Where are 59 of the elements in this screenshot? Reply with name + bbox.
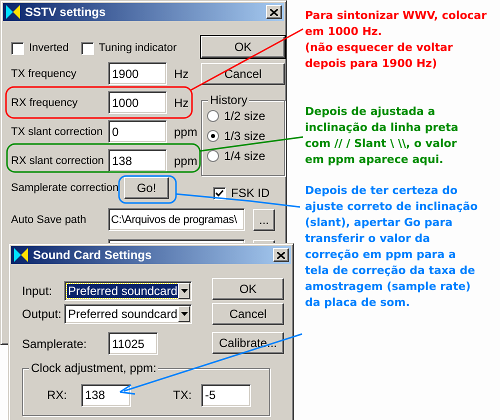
field-label: TX slant correction [11, 126, 104, 138]
window-title: SSTV settings [25, 5, 106, 19]
window-title: Sound Card Settings [33, 248, 152, 262]
annotation-text: Depois de ajustada a inclinação da linha preta com // / Slant \ \\, o valor em ppm aparece aqui. [305, 104, 458, 168]
dropdown-arrow-icon [180, 288, 188, 292]
field-label: RX slant correction [11, 154, 105, 166]
input-field[interactable]: 0 [108, 120, 167, 143]
butterfly-icon [5, 4, 21, 20]
dialog-button[interactable]: Calibrate... [212, 332, 284, 354]
browse-button[interactable]: ... [253, 208, 275, 230]
dropdown-arrow-icon [180, 312, 188, 316]
input-field[interactable]: 11025 [108, 332, 158, 355]
radio-label: 1/2 size [224, 109, 266, 123]
input-field[interactable]: 138 [108, 149, 167, 172]
field-label: Output: [22, 306, 62, 320]
dialog-button[interactable]: OK [201, 36, 285, 58]
field-label: Input: [22, 284, 54, 298]
dialog-button[interactable]: Cancel [212, 303, 284, 325]
group-label: History [208, 93, 250, 107]
callout-frame [118, 175, 177, 204]
field-label: TX: [173, 388, 193, 402]
field-label: Samplerate correction [11, 182, 120, 194]
butterfly-icon [13, 247, 29, 263]
annotation-text: Para sintonizar WWV, colocar em 1000 Hz. (não esquecer de voltar depois para 1900 Hz) [305, 8, 487, 72]
unit-label: Hz [174, 96, 189, 110]
radio-label: 1/4 size [224, 149, 266, 163]
input-field[interactable]: 138 [81, 384, 131, 406]
checkbox-label: FSK ID [231, 186, 270, 200]
field-label: RX: [47, 388, 68, 402]
checkbox[interactable] [11, 42, 24, 54]
radio-button[interactable] [207, 150, 219, 162]
input-field[interactable]: -5 [201, 384, 251, 406]
path-field[interactable]: C:\Arquivos de programas\ [108, 208, 245, 231]
dialog-button[interactable]: OK [212, 278, 284, 300]
checkbox[interactable] [80, 42, 94, 54]
unit-label: ppm [174, 154, 198, 168]
input-field[interactable]: 1000 [108, 91, 167, 114]
checkbox-label: Tuning indicator [98, 42, 177, 54]
dropdown[interactable]: Preferred soundcard [64, 304, 192, 324]
close-icon [270, 8, 278, 16]
input-field[interactable]: 1900 [108, 62, 167, 85]
go-button[interactable]: Go! [124, 177, 169, 199]
field-label: Auto Save path [11, 214, 88, 226]
annotation-text: Depois de ter certeza do ajuste correto de inclinação (slant), apertar Go para transferir o valor da correção em ppm para a tela de correção da taxa de amostragem (sample rate) da placa de som. [305, 183, 478, 311]
close-icon [277, 252, 285, 258]
group-label: Clock adjustment, ppm: [29, 361, 158, 375]
dialog-button[interactable]: Cancel [201, 63, 285, 85]
field-label: RX frequency [11, 96, 79, 108]
unit-label: ppm [174, 124, 198, 138]
radio-label: 1/3 size [224, 129, 266, 143]
unit-label: Hz [174, 66, 189, 80]
checkbox-label: Inverted [29, 42, 69, 54]
field-label: TX frequency [11, 68, 78, 80]
radio-button[interactable] [207, 130, 219, 142]
radio-button[interactable] [207, 110, 219, 122]
close-button[interactable] [273, 248, 289, 262]
field-label: Samplerate: [22, 336, 88, 350]
dropdown[interactable]: Preferred soundcard [64, 280, 192, 300]
close-button[interactable] [266, 5, 282, 19]
